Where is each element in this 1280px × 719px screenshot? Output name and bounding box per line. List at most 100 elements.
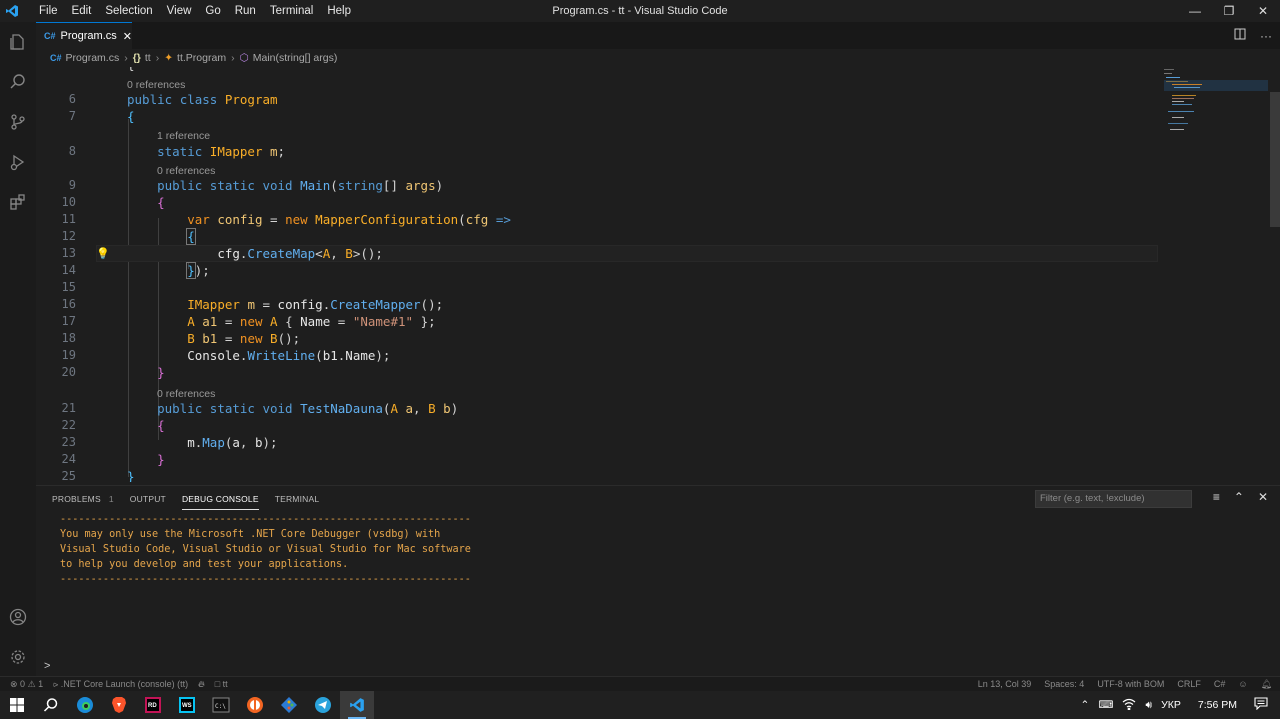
csharp-file-icon: C# [50,53,62,63]
explorer-icon[interactable] [0,22,36,62]
menu-terminal[interactable]: Terminal [263,0,320,22]
codelens-references[interactable]: 0 references [157,387,215,401]
problems-status[interactable]: ⊗ 0 ⚠ 1 [10,679,43,690]
minimap[interactable] [1164,67,1268,147]
notifications-icon[interactable]: 🔔︎ [1261,679,1272,690]
lightbulb-icon[interactable]: 💡 [96,245,110,262]
keyboard-icon[interactable]: ⌨ [1098,699,1113,711]
brave-icon[interactable] [102,691,136,719]
console-line: ----------------------------------------… [60,574,471,585]
code-editor[interactable]: { 0 references 6public class Program 7{ … [36,67,1264,482]
tab-terminal[interactable]: TERMINAL [275,486,320,512]
line-number: 12 [61,229,76,243]
close-tab-icon[interactable]: ✕ [123,30,132,43]
debug-launch-status[interactable]: ⪧ .NET Core Launch (console) (tt) [53,679,188,690]
settings-gear-icon[interactable] [0,637,36,677]
line-number: 10 [61,195,76,209]
telegram-icon[interactable] [306,691,340,719]
console-line: ----------------------------------------… [60,514,471,525]
line-number: 22 [61,418,76,432]
menu-selection[interactable]: Selection [98,0,159,22]
menu-run[interactable]: Run [228,0,263,22]
indentation[interactable]: Spaces: 4 [1044,679,1084,689]
tab-output[interactable]: OUTPUT [130,486,166,512]
menu-file[interactable]: File [32,0,65,22]
terminal-icon[interactable]: C:\ [204,691,238,719]
minimize-icon[interactable]: — [1178,0,1212,22]
notification-center-icon[interactable] [1254,697,1268,713]
rider-icon[interactable]: RD [136,691,170,719]
activity-bar [0,22,36,677]
svg-text:RD: RD [148,703,157,709]
menu-help[interactable]: Help [320,0,358,22]
console-line: You may only use the Microsoft .NET Core… [60,529,441,540]
flame-icon[interactable]: 🔥︎ [198,679,205,690]
folder-status[interactable]: □ tt [215,679,228,689]
svg-text:WS: WS [182,703,192,709]
line-number: 25 [61,469,76,482]
code-line-25: } [127,469,135,482]
encoding[interactable]: UTF-8 with BOM [1097,679,1164,689]
webstorm-icon[interactable]: WS [170,691,204,719]
tab-debug-console[interactable]: DEBUG CONSOLE [181,486,259,512]
code-line-10: { [157,195,165,210]
input-language[interactable]: УКР [1161,699,1181,711]
codelens-references[interactable]: 0 references [157,164,215,178]
tab-label: Program.cs [60,30,117,42]
breadcrumb-class[interactable]: tt.Program [177,52,226,64]
code-line-22: { [157,418,165,433]
chevron-right-icon: › [124,52,128,64]
volume-icon[interactable]: 🔊︎ [1145,699,1152,712]
tab-program-cs[interactable]: C# Program.cs ✕ [36,22,132,49]
menu-edit[interactable]: Edit [65,0,99,22]
breadcrumb-namespace[interactable]: tt [145,52,151,64]
chrome-like-icon[interactable] [238,691,272,719]
tab-problems[interactable]: PROBLEMS 1 [52,486,114,512]
line-number: 9 [68,178,76,192]
cursor-position[interactable]: Ln 13, Col 39 [978,679,1032,689]
search-icon[interactable] [34,691,68,719]
codelens-references[interactable]: 1 reference [157,129,210,143]
code-line-19: Console.WriteLine(b1.Name); [187,348,391,363]
account-icon[interactable] [0,597,36,637]
breadcrumb-file[interactable]: Program.cs [66,52,120,64]
console-filter-input[interactable]: Filter (e.g. text, !exclude) [1035,490,1192,508]
git-icon[interactable] [272,691,306,719]
maximize-panel-icon[interactable]: ⌃ [1234,490,1244,504]
console-line: Visual Studio Code, Visual Studio or Vis… [60,544,471,555]
menu-bar: File Edit Selection View Go Run Terminal… [32,0,358,22]
split-editor-icon[interactable] [1234,28,1246,43]
line-number: 24 [61,452,76,466]
line-number: 20 [61,365,76,379]
editor-scrollbar[interactable] [1270,92,1280,227]
clock[interactable]: 7:56 PM [1198,699,1237,711]
codelens-references[interactable]: 0 references [127,78,185,92]
menu-view[interactable]: View [160,0,199,22]
source-control-icon[interactable] [0,102,36,142]
restore-icon[interactable]: ❐ [1212,0,1246,22]
more-actions-icon[interactable]: ··· [1260,29,1272,43]
extensions-icon[interactable] [0,182,36,222]
chevron-up-icon[interactable]: ⌃ [1081,699,1090,711]
vscode-icon[interactable] [340,691,374,719]
close-panel-icon[interactable]: ✕ [1258,490,1268,504]
language-mode[interactable]: C# [1214,679,1226,689]
close-icon[interactable]: ✕ [1246,0,1280,22]
system-tray: ⌃ ⌨ 🔊︎ УКР 7:56 PM [1081,691,1280,719]
end-of-line[interactable]: CRLF [1177,679,1201,689]
run-debug-icon[interactable] [0,142,36,182]
start-icon[interactable] [0,691,34,719]
line-number: 23 [61,435,76,449]
debug-console-input[interactable]: > [36,660,1280,676]
search-icon[interactable] [0,62,36,102]
clear-console-icon[interactable]: ≡ [1213,490,1220,504]
breadcrumb-method[interactable]: Main(string[] args) [253,52,338,64]
vscode-logo-icon [0,0,24,22]
feedback-icon[interactable]: ☺ [1238,679,1247,689]
method-icon: ⬡ [239,52,249,64]
wifi-icon[interactable] [1122,698,1136,713]
line-number: 8 [68,144,76,158]
menu-go[interactable]: Go [198,0,227,22]
title-bar: File Edit Selection View Go Run Terminal… [0,0,1280,22]
edge-icon[interactable] [68,691,102,719]
